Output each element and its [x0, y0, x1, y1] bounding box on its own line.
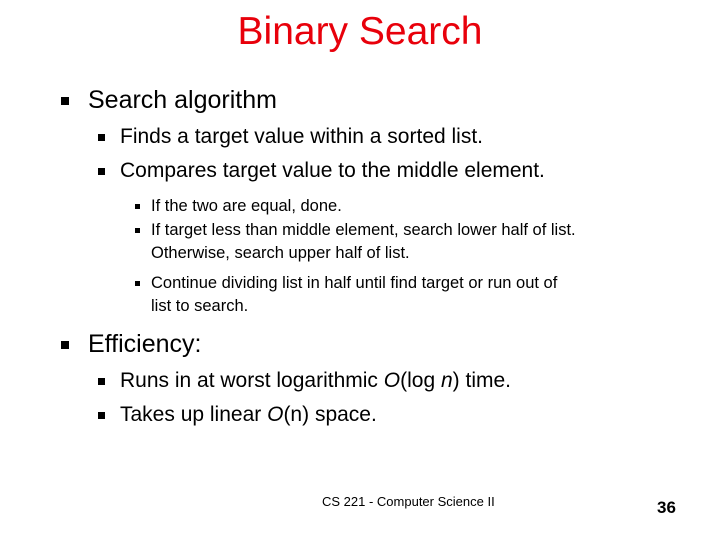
text-part: ) time.: [452, 369, 511, 392]
bullet-continue-dividing: Continue dividing list in half until fin…: [135, 272, 558, 318]
bullet-text: Finds a target value within a sorted lis…: [120, 125, 484, 148]
big-o: O: [267, 403, 284, 426]
square-bullet-icon: [135, 204, 140, 209]
bullet-text: Efficiency:: [88, 330, 202, 358]
square-bullet-icon: [98, 168, 105, 175]
square-bullet-icon: [98, 412, 105, 419]
text-part: (log: [400, 369, 441, 392]
slide-title: Binary Search: [237, 10, 483, 53]
bullet-compares-target: Compares target value to the middle elem…: [98, 159, 545, 183]
bullet-target-less: If target less than middle element, sear…: [135, 219, 576, 265]
bullet-text-line1: Continue dividing list in half until fin…: [151, 274, 558, 292]
square-bullet-icon: [61, 341, 69, 349]
square-bullet-icon: [98, 134, 105, 141]
bullet-text-line2: list to search.: [151, 297, 249, 315]
bullet-search-algorithm: Search algorithm: [61, 86, 277, 115]
page-number: 36: [657, 498, 676, 517]
bullet-linear-space: Takes up linear O(n) space.: [98, 403, 377, 427]
square-bullet-icon: [98, 378, 105, 385]
bullet-text-line2: Otherwise, search upper half of list.: [151, 244, 410, 262]
bullet-finds-target: Finds a target value within a sorted lis…: [98, 125, 484, 149]
square-bullet-icon: [61, 97, 69, 105]
bullet-text-line1: If target less than middle element, sear…: [151, 221, 576, 239]
variable-n: n: [440, 369, 453, 392]
bullet-text: Search algorithm: [88, 86, 277, 114]
bullet-efficiency: Efficiency:: [61, 330, 202, 359]
bullet-runs-logarithmic: Runs in at worst logarithmic O(log n) ti…: [98, 369, 511, 393]
bullet-equal-done: If the two are equal, done.: [135, 195, 342, 218]
text-part: Takes up linear: [120, 403, 268, 426]
slide-footer: CS 221 - Computer Science II: [322, 494, 495, 509]
square-bullet-icon: [135, 228, 140, 233]
text-part: Runs in at worst logarithmic: [120, 369, 384, 392]
bullet-text: Compares target value to the middle elem…: [120, 159, 545, 182]
bullet-text: If the two are equal, done.: [151, 197, 342, 215]
text-part: (n) space.: [283, 403, 377, 426]
big-o: O: [383, 369, 401, 392]
square-bullet-icon: [135, 281, 140, 286]
